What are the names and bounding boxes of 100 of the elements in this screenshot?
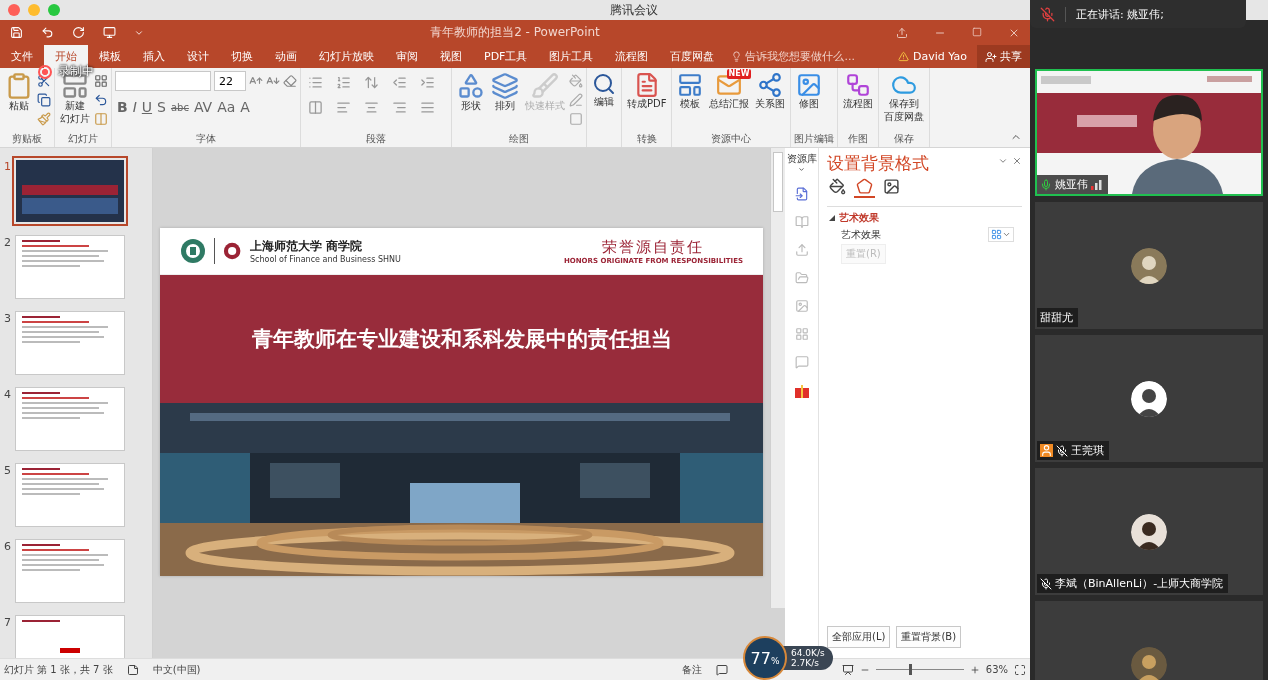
paste-button[interactable]: 粘贴 — [3, 71, 35, 114]
zoom-button[interactable] — [48, 4, 60, 16]
effects-icon[interactable] — [569, 112, 583, 126]
layout-icon[interactable] — [94, 74, 108, 88]
shapes-icon — [457, 72, 485, 100]
ribbon-tab[interactable]: 设计 — [176, 45, 220, 68]
slide-thumbnail[interactable] — [16, 312, 124, 374]
pane-tab[interactable] — [854, 177, 875, 198]
outline-icon[interactable] — [569, 93, 583, 107]
chat-icon[interactable] — [794, 355, 809, 369]
ribbon-tab[interactable]: 插入 — [132, 45, 176, 68]
ribbon-tab[interactable]: 切换 — [220, 45, 264, 68]
numbering-icon[interactable] — [336, 75, 351, 90]
ribbon-button[interactable]: 编辑 — [590, 71, 618, 110]
font-style-button[interactable]: U — [139, 99, 155, 115]
slide-thumbnail[interactable] — [16, 236, 124, 298]
undo-icon[interactable] — [41, 26, 54, 39]
tell-me-field[interactable]: 告诉我您想要做什么... — [731, 49, 855, 64]
fit-slide-icon[interactable] — [1014, 663, 1026, 676]
folder-icon[interactable] — [794, 271, 809, 285]
ribbon-tab[interactable]: 文件 — [0, 45, 44, 68]
video-tile[interactable]: 李斌（BinAllenLi）-上师大商学院 — [1035, 468, 1263, 595]
bullets-icon[interactable] — [308, 75, 323, 90]
font-style-button[interactable]: A — [238, 99, 252, 115]
library-dropdown[interactable]: 资源库 — [786, 152, 817, 173]
slide-number: 1 — [4, 160, 12, 175]
ribbon-tab[interactable]: 幻灯片放映 — [308, 45, 385, 68]
copy-icon[interactable] — [37, 93, 51, 107]
ribbon-button[interactable]: 关系图 — [753, 71, 788, 112]
section-icon[interactable] — [94, 112, 108, 126]
ribbon-button[interactable]: 修图 — [794, 71, 825, 112]
align-right-icon[interactable] — [392, 100, 407, 115]
cut-icon[interactable] — [37, 74, 51, 88]
clear-format-icon[interactable] — [283, 74, 297, 88]
ribbon-tab[interactable]: 百度网盘 — [659, 45, 726, 68]
font-style-button[interactable]: AV — [191, 99, 215, 115]
zoom-in-icon[interactable] — [969, 664, 980, 675]
ribbon-tab[interactable]: 视图 — [429, 45, 473, 68]
arrange-button[interactable]: 排列 — [489, 71, 521, 114]
ribbon-tab[interactable]: 流程图 — [604, 45, 660, 68]
video-tile[interactable]: 王莞琪 — [1035, 335, 1263, 462]
grid-icon[interactable] — [794, 327, 809, 341]
pane-options-icon[interactable] — [998, 156, 1008, 166]
section-header[interactable]: 艺术效果 — [827, 206, 1022, 225]
muted-microphone-icon[interactable] — [1040, 6, 1055, 22]
font-style-button[interactable]: S — [155, 99, 168, 115]
font-style-button[interactable]: I — [130, 99, 139, 115]
scrollbar[interactable] — [770, 148, 785, 608]
font-style-button[interactable]: Aa — [215, 99, 238, 115]
font-style-button[interactable]: abc — [168, 99, 191, 115]
ribbon-tab[interactable]: PDF工具 — [473, 45, 539, 68]
font-size-field[interactable]: 22 — [214, 71, 246, 91]
comments-icon[interactable] — [715, 663, 728, 676]
group-label: 图片编辑 — [794, 132, 835, 146]
image-icon[interactable] — [794, 299, 809, 313]
zoom-slider-thumb[interactable] — [909, 664, 913, 675]
ribbon-tab[interactable]: 动画 — [264, 45, 308, 68]
slide-thumbnail[interactable] — [16, 388, 124, 450]
slideshow-view-icon[interactable] — [841, 663, 854, 676]
ribbon-tab[interactable]: 审阅 — [385, 45, 429, 68]
ribbon-button[interactable]: 保存到 百度网盘 — [882, 71, 927, 124]
ribbon-button[interactable]: NEW 总结汇报 — [707, 71, 752, 112]
close-button[interactable] — [8, 4, 20, 16]
align-center-icon[interactable] — [364, 100, 379, 115]
video-tile[interactable]: 甜甜尤 — [1035, 202, 1263, 329]
share-button[interactable]: 共享 — [977, 45, 1030, 68]
justify-icon[interactable] — [420, 100, 435, 115]
reset-icon[interactable] — [94, 93, 108, 107]
align-left-icon[interactable] — [336, 100, 351, 115]
ribbon-button[interactable]: 转成PDF — [625, 71, 669, 112]
redo-icon[interactable] — [72, 26, 85, 39]
notes-button[interactable]: 备注 — [681, 662, 702, 677]
format-painter-icon[interactable] — [37, 112, 51, 126]
gift-icon[interactable] — [793, 383, 810, 399]
video-tile[interactable]: 姚亚伟 — [1035, 69, 1263, 196]
fill-icon[interactable] — [569, 74, 583, 88]
restore-icon[interactable] — [972, 26, 982, 37]
decrease-indent-icon[interactable] — [392, 75, 407, 90]
reset-background-button[interactable]: 重置背景(B) — [896, 626, 962, 648]
effects-dropdown[interactable] — [988, 227, 1014, 242]
user-account[interactable]: David Yao — [898, 50, 967, 63]
slide-thumbnail[interactable] — [16, 464, 124, 526]
save-icon[interactable] — [10, 26, 23, 39]
ribbon-tab[interactable]: 图片工具 — [538, 45, 605, 68]
close-icon[interactable] — [1012, 156, 1022, 166]
ribbon-button[interactable]: 模板 — [675, 71, 706, 112]
ribbon-button[interactable]: 流程图 — [841, 71, 876, 112]
slide-thumbnail[interactable] — [16, 540, 124, 602]
ribbon-options-icon[interactable] — [896, 26, 908, 39]
apply-all-button[interactable]: 全部应用(L) — [827, 626, 891, 648]
upload-icon[interactable] — [794, 243, 809, 257]
font-name-field[interactable] — [115, 71, 211, 91]
columns-icon[interactable] — [308, 100, 323, 115]
document-icon[interactable] — [794, 187, 809, 201]
line-spacing-icon[interactable] — [364, 75, 379, 90]
increase-indent-icon[interactable] — [420, 75, 435, 90]
font-style-button[interactable]: B — [115, 99, 130, 115]
shapes-button[interactable]: 形状 — [455, 71, 487, 114]
book-icon[interactable] — [794, 215, 809, 229]
slideshow-icon[interactable] — [103, 26, 116, 39]
